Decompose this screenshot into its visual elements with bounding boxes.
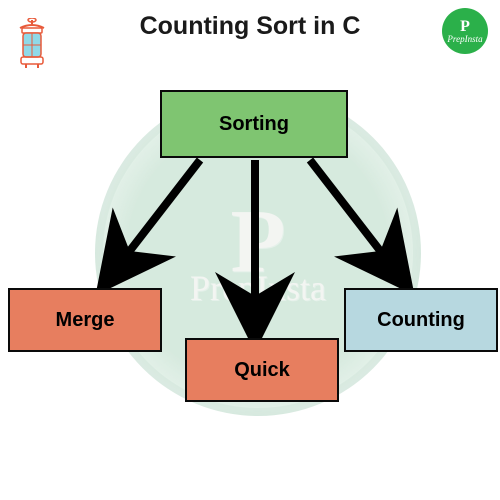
arrow-to-merge xyxy=(115,160,200,270)
node-merge-label: Merge xyxy=(56,309,115,332)
arrows-layer xyxy=(0,0,500,500)
node-counting: Counting xyxy=(344,288,498,352)
node-sorting-label: Sorting xyxy=(219,113,289,136)
node-quick-label: Quick xyxy=(234,359,290,382)
node-quick: Quick xyxy=(185,338,339,402)
node-merge: Merge xyxy=(8,288,162,352)
node-counting-label: Counting xyxy=(377,309,465,332)
arrow-to-counting xyxy=(310,160,395,270)
node-sorting: Sorting xyxy=(160,90,348,158)
